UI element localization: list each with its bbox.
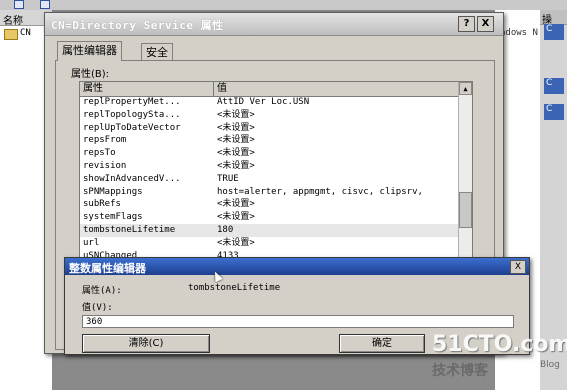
list-pane-text: adows N bbox=[500, 28, 538, 38]
toolbar-button-icon[interactable] bbox=[40, 0, 50, 9]
attributes-label: 属性(B): bbox=[71, 69, 110, 80]
table-row[interactable]: subRefs <未设置> bbox=[80, 198, 458, 211]
attribute-value: tombstoneLifetime bbox=[188, 283, 281, 293]
editor-close-button[interactable]: X bbox=[510, 260, 526, 274]
table-row[interactable]: url <未设置> bbox=[80, 237, 458, 250]
clear-button[interactable]: 清除(C) bbox=[82, 334, 210, 353]
table-row[interactable]: repsTo <未设置> bbox=[80, 147, 458, 160]
actions-pane-header: 操 bbox=[540, 10, 567, 26]
tab-security[interactable]: 安全 bbox=[141, 43, 173, 61]
watermark-blog: Blog bbox=[540, 360, 560, 370]
table-row[interactable]: systemFlags <未设置> bbox=[80, 211, 458, 224]
table-row[interactable]: replPropertyMet... AttID Ver Loc.USN bbox=[80, 96, 458, 109]
list-header: 属性 值 bbox=[80, 82, 458, 97]
column-header-value[interactable]: 值 bbox=[214, 82, 458, 96]
action-badge[interactable]: C bbox=[544, 104, 564, 120]
value-label: 值(V): bbox=[82, 303, 113, 313]
tree-item-label[interactable]: CN bbox=[20, 28, 31, 38]
attribute-list[interactable]: 属性 值 replPropertyMet... AttID Ver Loc.USN… bbox=[79, 81, 473, 271]
table-row[interactable]: replTopologySta... <未设置> bbox=[80, 109, 458, 122]
action-badge[interactable]: C bbox=[544, 24, 564, 40]
table-row-selected[interactable]: tombstoneLifetime 180 bbox=[80, 224, 458, 237]
value-input[interactable]: 360 bbox=[82, 315, 514, 328]
dialog-titlebar[interactable]: CN=Directory Service 属性 ? X bbox=[45, 13, 503, 36]
editor-title: 整数属性编辑器 bbox=[69, 262, 146, 275]
scroll-up-icon[interactable]: ▲ bbox=[459, 82, 472, 95]
watermark-site: 51CTO.com bbox=[432, 332, 567, 357]
table-row[interactable]: revision <未设置> bbox=[80, 160, 458, 173]
column-header-attribute[interactable]: 属性 bbox=[80, 82, 214, 96]
editor-titlebar[interactable]: 整数属性编辑器 X bbox=[65, 258, 529, 275]
mmc-toolbar bbox=[0, 0, 567, 10]
action-badge[interactable]: C bbox=[544, 78, 564, 94]
table-row[interactable]: showInAdvancedV... TRUE bbox=[80, 173, 458, 186]
watermark-subtitle: 技术博客 bbox=[432, 363, 488, 379]
folder-icon bbox=[4, 29, 18, 40]
help-button[interactable]: ? bbox=[458, 16, 475, 32]
table-row[interactable]: sPNMappings host=alerter, appmgmt, cisvc,… bbox=[80, 186, 458, 199]
ok-button[interactable]: 确定 bbox=[339, 334, 425, 353]
vertical-scrollbar[interactable]: ▲ bbox=[458, 82, 472, 270]
table-row[interactable]: replUpToDateVector <未设置> bbox=[80, 122, 458, 135]
attribute-label: 属性(A): bbox=[82, 286, 122, 296]
dialog-title: CN=Directory Service 属性 bbox=[51, 19, 224, 32]
tab-attribute-editor[interactable]: 属性编辑器 bbox=[57, 41, 122, 61]
toolbar-button-icon[interactable] bbox=[14, 0, 24, 9]
table-row[interactable]: repsFrom <未设置> bbox=[80, 134, 458, 147]
scroll-thumb[interactable] bbox=[459, 192, 472, 228]
close-button[interactable]: X bbox=[477, 16, 494, 32]
